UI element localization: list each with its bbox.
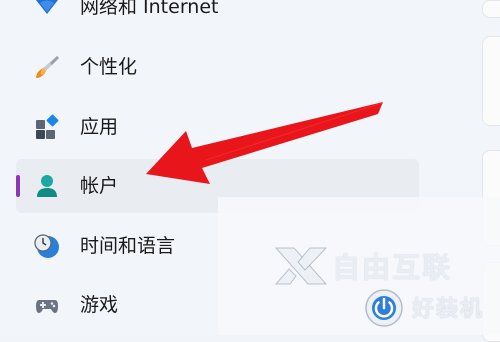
nav-item-personalization[interactable]: 个性化 (16, 40, 419, 94)
nav-item-apps[interactable]: 应用 (16, 100, 419, 154)
power-logo-icon (365, 289, 403, 327)
clock-globe-icon (34, 234, 59, 258)
paintbrush-icon (36, 56, 59, 78)
apps-icon (36, 114, 59, 139)
nav-label-accounts: 帐户 (80, 175, 119, 197)
settings-window: 网络和 Internet 个性化 应用 帐户 时间和语言 游戏 自由互联 好装机 (0, 0, 500, 342)
nav-label-apps: 应用 (80, 116, 119, 138)
watermark-text: 自由互联 (332, 251, 453, 284)
selection-indicator (16, 175, 20, 197)
nav-item-network[interactable]: 网络和 Internet (16, 0, 419, 34)
nav-label-personalization: 个性化 (80, 56, 138, 78)
x-logo-icon (274, 247, 328, 285)
content-card[interactable] (482, 0, 500, 18)
watermark-secondary: 好装机 (362, 286, 500, 330)
nav-label-network: 网络和 Internet (80, 0, 219, 18)
wifi-icon (36, 0, 58, 14)
content-card[interactable] (482, 36, 500, 126)
watermark2-text: 好装机 (412, 297, 485, 322)
account-icon (37, 175, 57, 197)
gamepad-icon (36, 300, 58, 313)
nav-label-gaming: 游戏 (80, 294, 119, 316)
watermark-logo: 自由互联 (274, 244, 464, 288)
nav-label-time-language: 时间和语言 (80, 235, 176, 257)
